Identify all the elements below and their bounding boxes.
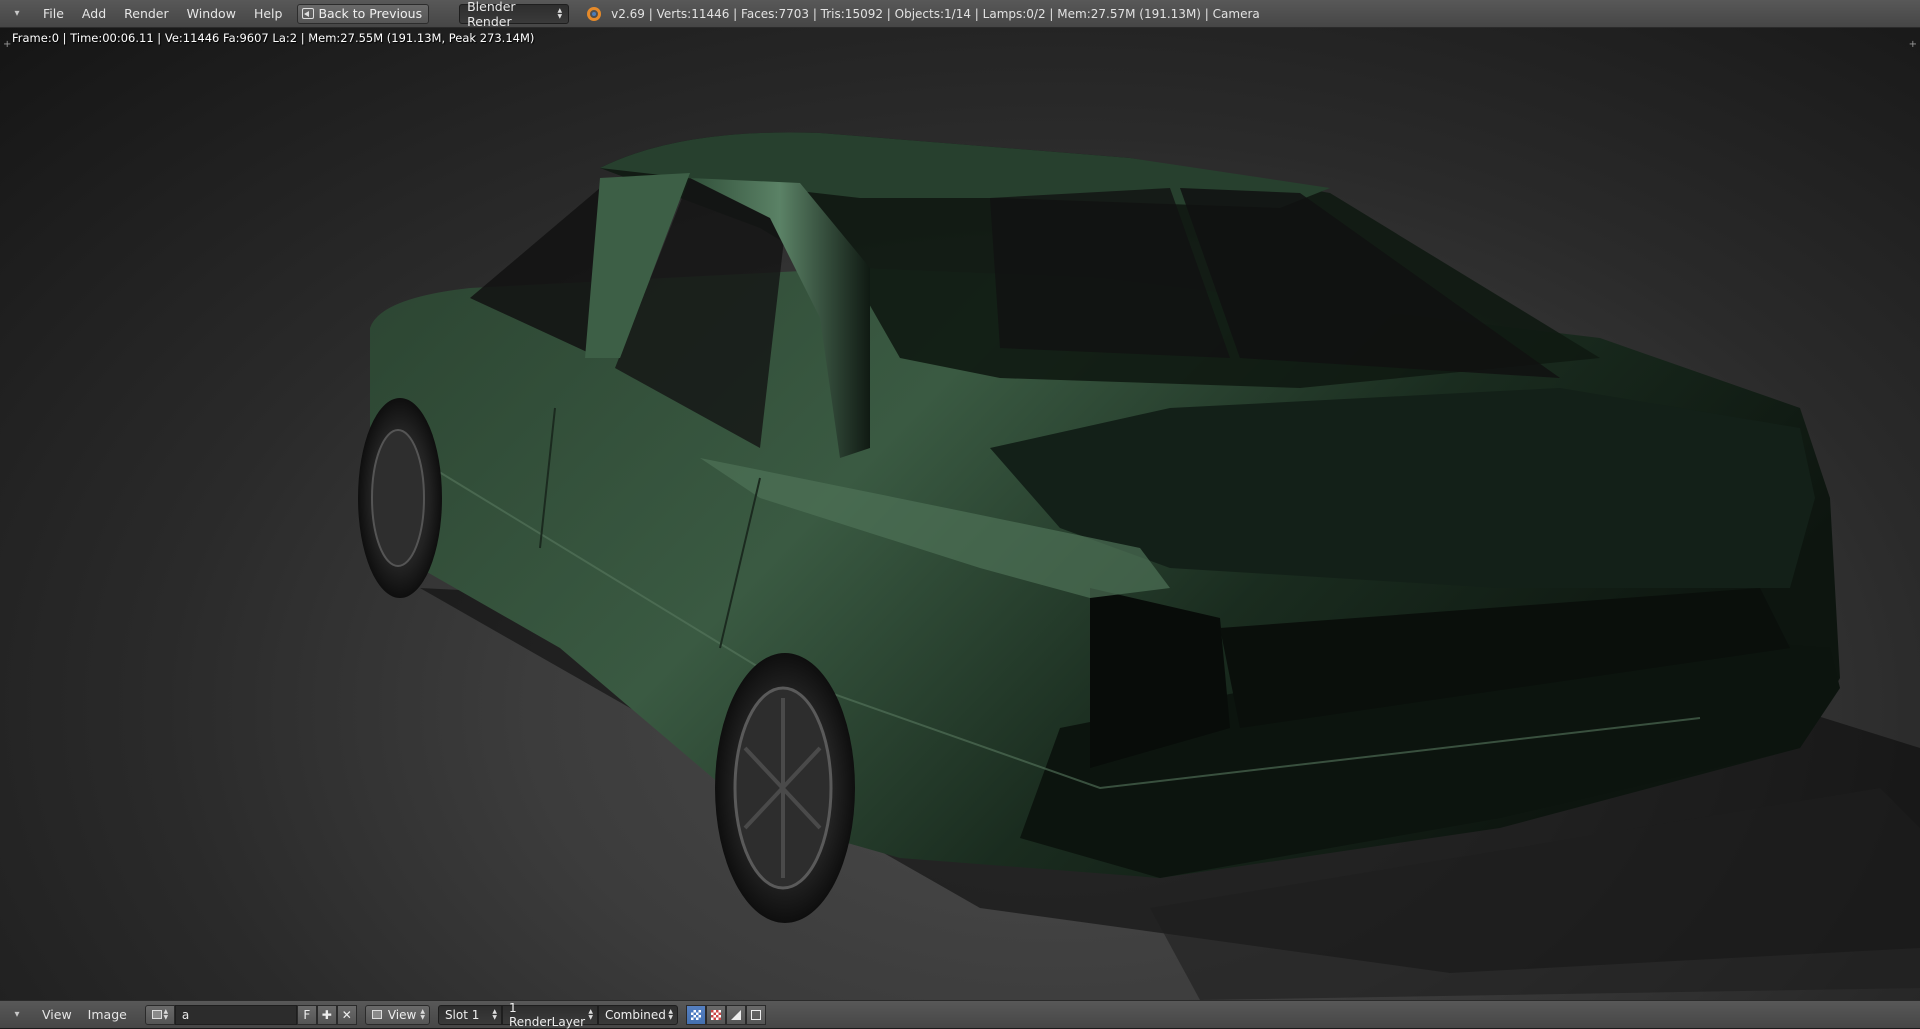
close-icon: ✕ xyxy=(341,1007,352,1022)
updown-arrows-icon: ▲ ▼ xyxy=(492,1008,497,1021)
back-to-previous-label: Back to Previous xyxy=(318,6,423,21)
render-result-image xyxy=(358,132,1920,1000)
back-arrow-icon xyxy=(302,8,315,19)
corner-plus-icon[interactable]: + xyxy=(1909,39,1917,50)
render-layer-value: 1 RenderLayer xyxy=(508,1000,586,1029)
menu-file[interactable]: File xyxy=(34,0,73,28)
view-mode-value: View xyxy=(387,1007,417,1022)
slot-select[interactable]: Slot 1 ▲ ▼ xyxy=(437,1004,502,1025)
editor-type-menu-icon[interactable]: ▾ xyxy=(12,1009,22,1020)
updown-arrows-icon: ▲ ▼ xyxy=(668,1008,673,1021)
updown-arrows-icon: ▲ ▼ xyxy=(588,1008,593,1021)
updown-arrows-icon: ▲ ▼ xyxy=(557,7,563,20)
fake-user-button[interactable]: F xyxy=(296,1004,317,1025)
render-pass-select[interactable]: Combined ▲ ▼ xyxy=(597,1004,678,1025)
corner-plus-icon[interactable]: + xyxy=(3,39,11,50)
render-layer-select[interactable]: 1 RenderLayer ▲ ▼ xyxy=(501,1001,598,1029)
updown-arrows-icon: ▲ ▼ xyxy=(163,1008,169,1021)
menu-image[interactable]: Image xyxy=(80,1001,135,1029)
render-pass-value: Combined xyxy=(604,1007,666,1022)
menu-help[interactable]: Help xyxy=(245,0,292,28)
draw-mode-toggles xyxy=(685,1004,766,1025)
zbuffer-icon xyxy=(750,1009,761,1020)
alpha-icon xyxy=(730,1009,741,1020)
draw-zbuffer-toggle[interactable] xyxy=(745,1004,766,1025)
menu-add[interactable]: Add xyxy=(73,0,115,28)
image-editor-header: ▾ View Image ▲▼ F ✚ ✕ View ▲▼ Slot 1 ▲▼ … xyxy=(0,1000,1920,1029)
view-icon xyxy=(370,1005,384,1025)
render-info-text: Frame:0 | Time:00:06.11 | Ve:11446 Fa:96… xyxy=(12,31,535,45)
image-name-field[interactable] xyxy=(174,1004,297,1025)
image-datablock-selector: ▲▼ F ✚ ✕ xyxy=(144,1004,357,1025)
image-display-icon xyxy=(690,1009,701,1020)
info-header: ▾ File Add Render Window Help Back to Pr… xyxy=(0,0,1920,29)
image-editor-viewport[interactable]: + + Frame:0 | Time:00:06.11 | Ve:11446 F… xyxy=(0,28,1920,1000)
menu-window[interactable]: Window xyxy=(178,0,245,28)
back-to-previous-button[interactable]: Back to Previous xyxy=(297,3,430,24)
new-image-button[interactable]: ✚ xyxy=(316,1004,337,1025)
image-icon xyxy=(151,1010,162,1019)
scene-stats: v2.69 | Verts:11446 | Faces:7703 | Tris:… xyxy=(611,6,1260,21)
image-browse-button[interactable]: ▲ ▼ xyxy=(144,1004,175,1025)
view-mode-select[interactable]: View ▲ ▼ xyxy=(364,1004,430,1025)
draw-alpha-toggle[interactable] xyxy=(725,1004,746,1025)
render-engine-select[interactable]: Blender Render ▲ ▼ xyxy=(459,0,570,29)
render-engine-value: Blender Render xyxy=(467,0,516,29)
unlink-image-button[interactable]: ✕ xyxy=(336,1004,357,1025)
slot-value: Slot 1 xyxy=(444,1007,480,1022)
menu-view[interactable]: View xyxy=(34,1001,80,1029)
draw-image-toggle[interactable] xyxy=(685,1004,706,1025)
blender-logo-icon xyxy=(587,6,602,21)
plus-icon: ✚ xyxy=(321,1007,332,1022)
editor-type-menu-icon[interactable]: ▾ xyxy=(12,8,22,19)
menu-render[interactable]: Render xyxy=(115,0,178,28)
draw-image-alpha-toggle[interactable] xyxy=(705,1004,726,1025)
updown-arrows-icon: ▲ ▼ xyxy=(420,1008,425,1021)
checker-icon xyxy=(710,1009,721,1020)
